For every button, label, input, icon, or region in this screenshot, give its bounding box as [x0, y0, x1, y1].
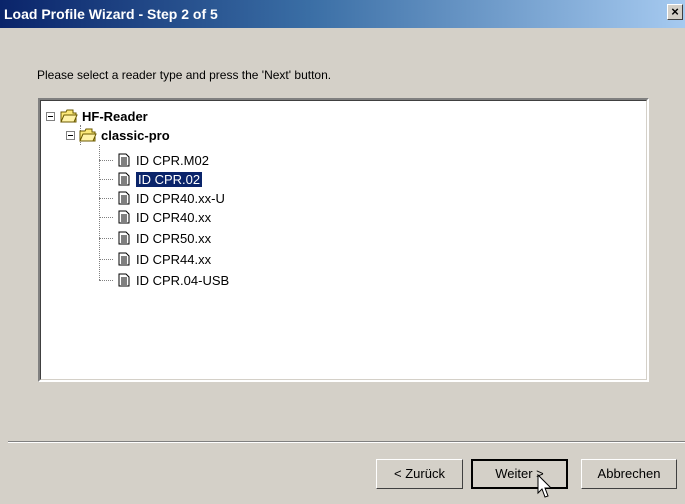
tree-node-root[interactable]: HF-Reader	[60, 107, 148, 125]
tree-item-label: ID CPR44.xx	[136, 251, 212, 267]
tree-item-label: ID CPR40.xx	[136, 209, 212, 225]
tree-item[interactable]: ID CPR.M02	[118, 151, 209, 169]
collapse-toggle-root[interactable]	[46, 112, 55, 121]
window-title: Load Profile Wizard - Step 2 of 5	[4, 6, 218, 22]
tree-node-group-label: classic-pro	[101, 127, 170, 143]
collapse-toggle-group[interactable]	[66, 131, 75, 140]
open-folder-icon	[60, 109, 78, 123]
document-icon	[118, 210, 130, 224]
tree-item[interactable]: ID CPR50.xx	[118, 229, 211, 247]
tree-item-label: ID CPR40.xx-U	[136, 190, 225, 206]
mouse-cursor-icon	[537, 474, 553, 498]
tree-item[interactable]: ID CPR.04-USB	[118, 271, 229, 289]
tree-item[interactable]: ID CPR40.xx-U	[118, 189, 225, 207]
tree-node-root-label: HF-Reader	[82, 108, 148, 124]
close-button[interactable]: ×	[667, 4, 683, 20]
tree-item[interactable]: ID CPR40.xx	[118, 208, 211, 226]
title-bar: Load Profile Wizard - Step 2 of 5 ×	[0, 0, 685, 28]
document-icon	[118, 231, 130, 245]
tree-item-label: ID CPR.02	[136, 171, 203, 187]
document-icon	[118, 191, 130, 205]
back-button[interactable]: < Zurück	[376, 459, 463, 489]
tree-connector	[99, 280, 113, 281]
tree-node-group[interactable]: classic-pro	[79, 126, 170, 144]
open-folder-icon	[79, 128, 97, 142]
instruction-text: Please select a reader type and press th…	[37, 68, 332, 82]
tree-connector	[99, 179, 113, 180]
tree-viewport: HF-Reader classic-pro ID CPR.M02 ID CPR.…	[40, 100, 647, 380]
document-icon	[118, 153, 130, 167]
document-icon	[118, 172, 130, 186]
cancel-button[interactable]: Abbrechen	[581, 459, 677, 489]
tree-connector	[99, 238, 113, 239]
document-icon	[118, 252, 130, 266]
tree-connector	[99, 198, 113, 199]
tree-item[interactable]: ID CPR44.xx	[118, 250, 211, 268]
tree-connector	[99, 259, 113, 260]
close-icon: ×	[671, 4, 679, 19]
document-icon	[118, 273, 130, 287]
tree-item-label: ID CPR.M02	[136, 152, 209, 168]
tree-connector	[99, 217, 113, 218]
reader-type-tree[interactable]: HF-Reader classic-pro ID CPR.M02 ID CPR.…	[38, 98, 649, 382]
separator	[8, 441, 685, 443]
tree-item-label: ID CPR.04-USB	[136, 272, 230, 288]
tree-item-label: ID CPR50.xx	[136, 230, 212, 246]
tree-connector	[99, 160, 113, 161]
tree-item-selected[interactable]: ID CPR.02	[118, 170, 203, 188]
